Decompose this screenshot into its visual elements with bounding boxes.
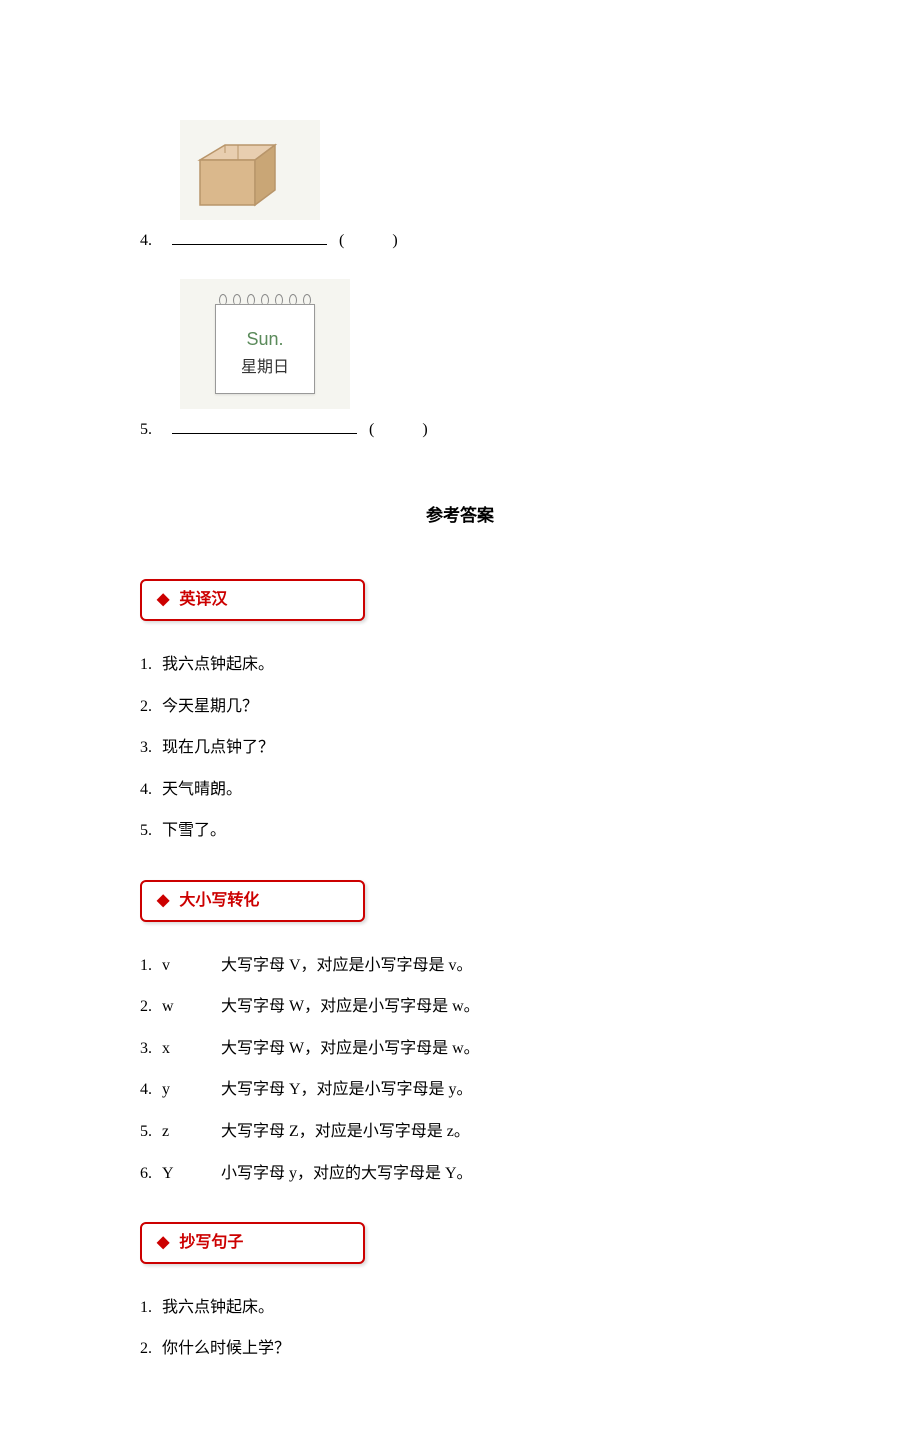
item-text: 大写字母 V，对应是小写字母是 v。 — [221, 957, 473, 974]
list-item: 3. x 大写字母 W，对应是小写字母是 w。 — [140, 1036, 780, 1062]
paren-open: ( — [369, 421, 374, 438]
item-number: 3. — [140, 1036, 158, 1062]
answer-blank[interactable] — [172, 433, 357, 434]
question-number: 5. — [140, 417, 160, 443]
section-title: 大小写转化 — [179, 892, 259, 909]
list-item: 2. 你什么时候上学？ — [140, 1336, 780, 1362]
calendar-sun-text: Sun. — [216, 325, 314, 354]
list-item: 2. w 大写字母 W，对应是小写字母是 w。 — [140, 994, 780, 1020]
item-text: 下雪了。 — [162, 822, 226, 839]
item-number: 1. — [140, 1295, 158, 1321]
section-title: 英译汉 — [179, 591, 227, 608]
list-item: 2. 今天星期几？ — [140, 694, 780, 720]
cardboard-box-icon — [180, 120, 320, 220]
question-4: 4. ( ) — [140, 228, 780, 254]
item-text: 大写字母 Z，对应是小写字母是 z。 — [221, 1123, 470, 1140]
section-header-case: ◆ 大小写转化 — [140, 880, 365, 922]
item-number: 1. — [140, 953, 158, 979]
answer-blank[interactable] — [172, 244, 327, 245]
item-number: 2. — [140, 1336, 158, 1362]
list-item: 1. 我六点钟起床。 — [140, 652, 780, 678]
calendar-day-text: 星期日 — [216, 355, 314, 381]
item-text: 天气晴朗。 — [162, 781, 242, 798]
diamond-icon: ◆ — [157, 892, 169, 909]
calendar-illustration-container: Sun. 星期日 — [140, 279, 780, 409]
paren-close: ) — [422, 421, 427, 438]
item-number: 6. — [140, 1161, 158, 1187]
section-header-copy: ◆ 抄写句子 — [140, 1222, 365, 1264]
paren-close: ) — [392, 232, 397, 249]
item-number: 4. — [140, 1077, 158, 1103]
item-text: 我六点钟起床。 — [162, 1299, 274, 1316]
item-number: 2. — [140, 994, 158, 1020]
list-item: 5. 下雪了。 — [140, 818, 780, 844]
item-number: 4. — [140, 777, 158, 803]
item-number: 2. — [140, 694, 158, 720]
calendar-page: Sun. 星期日 — [215, 304, 315, 394]
list-item: 1. v 大写字母 V，对应是小写字母是 v。 — [140, 953, 780, 979]
item-text: 大写字母 Y，对应是小写字母是 y。 — [221, 1081, 473, 1098]
translate-answer-list: 1. 我六点钟起床。 2. 今天星期几？ 3. 现在几点钟了？ 4. 天气晴朗。… — [140, 652, 780, 844]
item-number: 3. — [140, 735, 158, 761]
item-text: 今天星期几？ — [162, 698, 258, 715]
list-item: 5. z 大写字母 Z，对应是小写字母是 z。 — [140, 1119, 780, 1145]
diamond-icon: ◆ — [157, 591, 169, 608]
item-letter: z — [162, 1119, 217, 1145]
answer-key-title: 参考答案 — [140, 502, 780, 529]
list-item: 1. 我六点钟起床。 — [140, 1295, 780, 1321]
item-letter: w — [162, 994, 217, 1020]
list-item: 4. y 大写字母 Y，对应是小写字母是 y。 — [140, 1077, 780, 1103]
item-letter: x — [162, 1036, 217, 1062]
question-number: 4. — [140, 228, 160, 254]
section-title: 抄写句子 — [179, 1234, 243, 1251]
paren-open: ( — [339, 232, 344, 249]
item-number: 5. — [140, 1119, 158, 1145]
box-illustration — [180, 120, 320, 220]
box-illustration-container — [140, 120, 780, 220]
list-item: 4. 天气晴朗。 — [140, 777, 780, 803]
item-text: 现在几点钟了？ — [162, 739, 274, 756]
item-letter: y — [162, 1077, 217, 1103]
case-answer-list: 1. v 大写字母 V，对应是小写字母是 v。 2. w 大写字母 W，对应是小… — [140, 953, 780, 1187]
item-letter: v — [162, 953, 217, 979]
diamond-icon: ◆ — [157, 1234, 169, 1251]
section-header-translate: ◆ 英译汉 — [140, 579, 365, 621]
item-text: 大写字母 W，对应是小写字母是 w。 — [221, 1040, 480, 1057]
item-text: 大写字母 W，对应是小写字母是 w。 — [221, 998, 480, 1015]
list-item: 6. Y 小写字母 y，对应的大写字母是 Y。 — [140, 1161, 780, 1187]
copy-answer-list: 1. 我六点钟起床。 2. 你什么时候上学？ — [140, 1295, 780, 1362]
question-5: 5. ( ) — [140, 417, 780, 443]
item-letter: Y — [162, 1161, 217, 1187]
item-text: 我六点钟起床。 — [162, 656, 274, 673]
list-item: 3. 现在几点钟了？ — [140, 735, 780, 761]
calendar-illustration: Sun. 星期日 — [180, 279, 350, 409]
item-text: 你什么时候上学？ — [162, 1340, 290, 1357]
item-number: 1. — [140, 652, 158, 678]
item-text: 小写字母 y，对应的大写字母是 Y。 — [221, 1165, 473, 1182]
item-number: 5. — [140, 818, 158, 844]
